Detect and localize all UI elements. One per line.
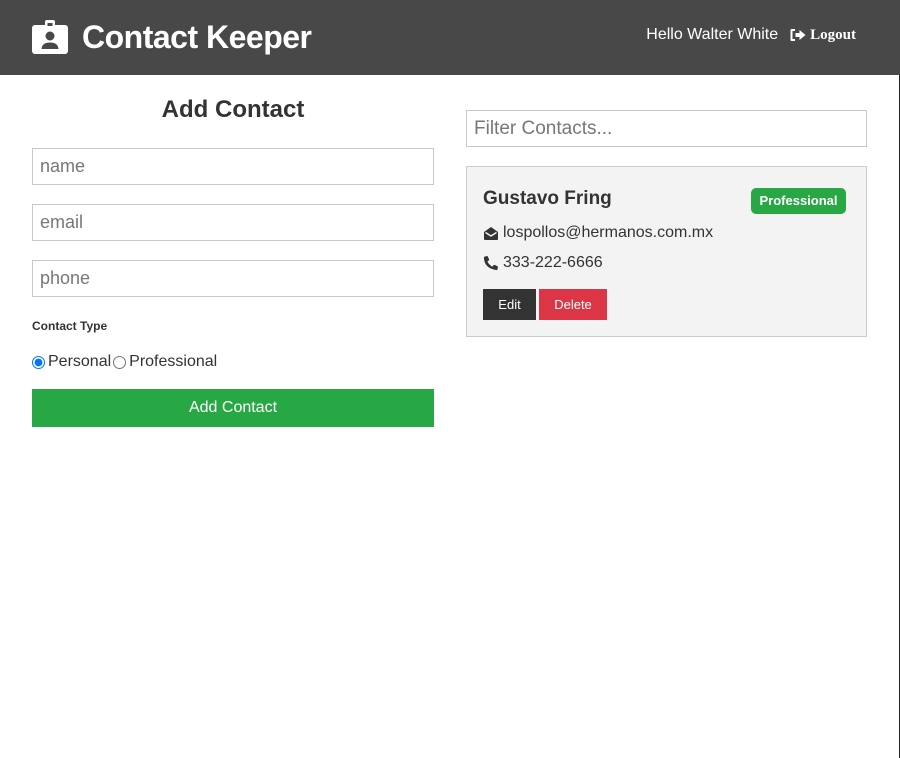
contact-card: Gustavo Fring Professional lospollos@her… xyxy=(466,166,867,337)
logout-link[interactable]: Logout xyxy=(790,27,856,44)
add-contact-form: Add Contact Contact Type Personal Profes… xyxy=(32,95,434,427)
personal-radio-label: Personal xyxy=(48,353,112,370)
brand[interactable]: Contact Keeper xyxy=(32,18,312,56)
name-input[interactable] xyxy=(32,148,434,185)
contact-phone: 333-222-6666 xyxy=(503,254,603,271)
contact-name: Gustavo Fring xyxy=(483,188,612,209)
phone-icon xyxy=(483,256,498,271)
user-menu: Hello Walter White Logout xyxy=(646,26,856,44)
email-input[interactable] xyxy=(32,204,434,241)
sign-out-icon xyxy=(790,29,806,41)
app-title: Contact Keeper xyxy=(82,18,312,55)
contact-type-options: Personal Professional xyxy=(32,353,217,371)
contacts-panel: Gustavo Fring Professional lospollos@her… xyxy=(466,110,867,337)
professional-radio-label: Professional xyxy=(129,353,218,370)
navbar: Contact Keeper Hello Walter White Logout xyxy=(0,0,900,75)
envelope-open-icon xyxy=(484,227,498,240)
professional-radio[interactable] xyxy=(113,355,127,369)
id-badge-icon xyxy=(32,20,68,54)
contact-phone-row: 333-222-6666 xyxy=(483,254,603,272)
contact-type-label: Contact Type xyxy=(32,319,108,333)
logout-label: Logout xyxy=(810,26,856,43)
phone-input[interactable] xyxy=(32,260,434,297)
user-greeting: Hello Walter White xyxy=(646,26,779,43)
edit-button[interactable]: Edit xyxy=(483,289,536,320)
delete-button[interactable]: Delete xyxy=(539,289,607,320)
contact-email: lospollos@hermanos.com.mx xyxy=(503,224,714,241)
contact-email-row: lospollos@hermanos.com.mx xyxy=(483,224,713,242)
contact-type-badge: Professional xyxy=(751,188,846,214)
personal-radio[interactable] xyxy=(32,355,45,369)
add-contact-button[interactable]: Add Contact xyxy=(32,389,434,427)
form-title: Add Contact xyxy=(161,96,305,123)
filter-contacts-input[interactable] xyxy=(466,110,867,147)
